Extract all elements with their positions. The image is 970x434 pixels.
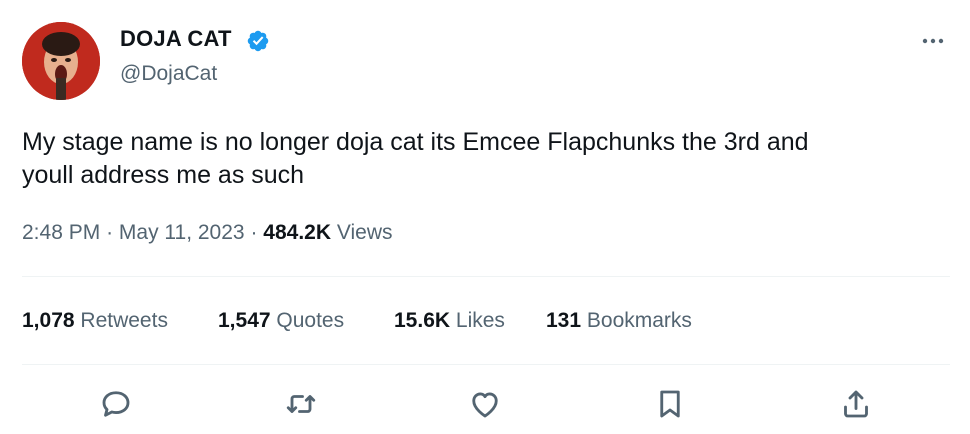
avatar-photo <box>22 22 100 100</box>
user-handle[interactable]: @DojaCat <box>120 62 217 86</box>
likes-label: Likes <box>455 309 505 332</box>
tweet-text: My stage name is no longer doja cat its … <box>22 128 809 189</box>
retweets-stat[interactable]: 1,078 Retweets <box>22 309 168 333</box>
tweet-date[interactable]: May 11, 2023 <box>119 221 245 244</box>
quotes-stat[interactable]: 1,547 Quotes <box>218 309 344 333</box>
more-options-icon[interactable] <box>917 30 949 52</box>
tweet-meta: 2:48 PM · May 11, 2023 · 484.2K Views <box>22 221 393 245</box>
retweets-label: Retweets <box>80 309 168 332</box>
retweets-count: 1,078 <box>22 309 75 332</box>
retweet-icon[interactable] <box>283 386 319 422</box>
like-icon[interactable] <box>467 386 503 422</box>
likes-stat[interactable]: 15.6K Likes <box>394 309 505 333</box>
bookmarks-count: 131 <box>546 309 582 332</box>
divider <box>22 364 950 365</box>
verified-badge-icon <box>247 30 269 52</box>
reply-icon[interactable] <box>98 386 134 422</box>
tweet-card: DOJA CAT @DojaCat My stage name is no lo… <box>0 0 970 434</box>
meta-separator: · <box>250 221 258 244</box>
share-icon[interactable] <box>838 386 874 422</box>
quotes-count: 1,547 <box>218 309 271 332</box>
tweet-time[interactable]: 2:48 PM <box>22 221 100 244</box>
bookmarks-stat[interactable]: 131 Bookmarks <box>546 309 692 333</box>
meta-separator: · <box>106 221 114 244</box>
views-label: Views <box>336 221 393 244</box>
quotes-label: Quotes <box>276 309 345 332</box>
bookmarks-label: Bookmarks <box>586 309 692 332</box>
divider <box>22 276 950 277</box>
display-name[interactable]: DOJA CAT <box>120 26 232 52</box>
likes-count: 15.6K <box>394 309 451 332</box>
views-count: 484.2K <box>263 221 332 244</box>
bookmark-icon[interactable] <box>652 386 688 422</box>
avatar[interactable] <box>22 22 100 100</box>
